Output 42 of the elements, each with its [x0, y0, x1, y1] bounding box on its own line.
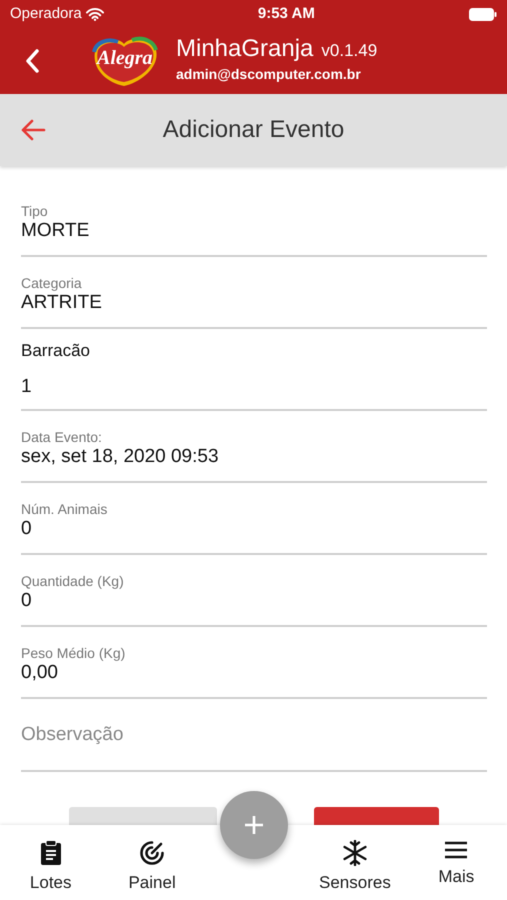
- field-label: Categoria: [21, 276, 83, 292]
- wifi-icon: [86, 8, 104, 20]
- back-button[interactable]: [24, 48, 40, 74]
- form-field[interactable]: Núm. Animais 0: [21, 482, 487, 555]
- form-field[interactable]: Tipo MORTE: [21, 185, 487, 258]
- field-value: 0: [21, 517, 33, 542]
- menu-icon: [444, 840, 468, 860]
- clock-text: 9:53 AM: [258, 4, 315, 24]
- form-field[interactable]: Peso Médio (Kg) 0,00: [21, 627, 487, 700]
- field-value: MORTE: [21, 219, 90, 244]
- field-value: ARTRITE: [21, 291, 103, 316]
- app-name: MinhaGranja: [176, 37, 314, 62]
- field-value: 1: [21, 375, 33, 400]
- tab-item[interactable]: Sensores: [304, 825, 406, 900]
- field-value: 0,00: [21, 661, 59, 686]
- form-field[interactable]: Quantidade (Kg) 0: [21, 555, 487, 628]
- field-value: sex, set 18, 2020 09:53: [21, 445, 220, 470]
- form-field[interactable]: Barracão 1: [21, 329, 487, 411]
- form-field[interactable]: Data Evento: sex, set 18, 2020 09:53: [21, 410, 487, 483]
- page-title: Adicionar Evento: [162, 115, 346, 145]
- snowflake-icon: [342, 840, 368, 866]
- version-text: v0.1.49: [321, 40, 378, 62]
- field-label: Tipo: [21, 204, 49, 220]
- carrier-text: Operadora: [10, 4, 82, 24]
- field-label: Barracão: [21, 341, 91, 362]
- form-field[interactable]: Categoria ARTRITE: [21, 257, 487, 330]
- tab-item[interactable]: Lotes: [0, 825, 102, 900]
- tab-item[interactable]: Painel: [101, 825, 203, 900]
- tab-item[interactable]: Mais: [406, 825, 507, 900]
- user-email: admin@dscomputer.com.br: [176, 64, 362, 84]
- field-label: Peso Médio (Kg): [21, 646, 126, 662]
- field-label: Data Evento:: [21, 430, 103, 446]
- field-label: Quantidade (Kg): [21, 574, 125, 590]
- field-value: 0: [21, 589, 33, 614]
- plus-icon: [243, 814, 265, 836]
- field-label: Núm. Animais: [21, 502, 108, 518]
- radar-icon: [139, 840, 166, 866]
- add-button[interactable]: [220, 791, 288, 859]
- submit-button[interactable]: [314, 807, 439, 826]
- clipboard-icon: [40, 840, 62, 866]
- back-arrow-icon[interactable]: [20, 118, 46, 142]
- battery-icon: [469, 8, 497, 20]
